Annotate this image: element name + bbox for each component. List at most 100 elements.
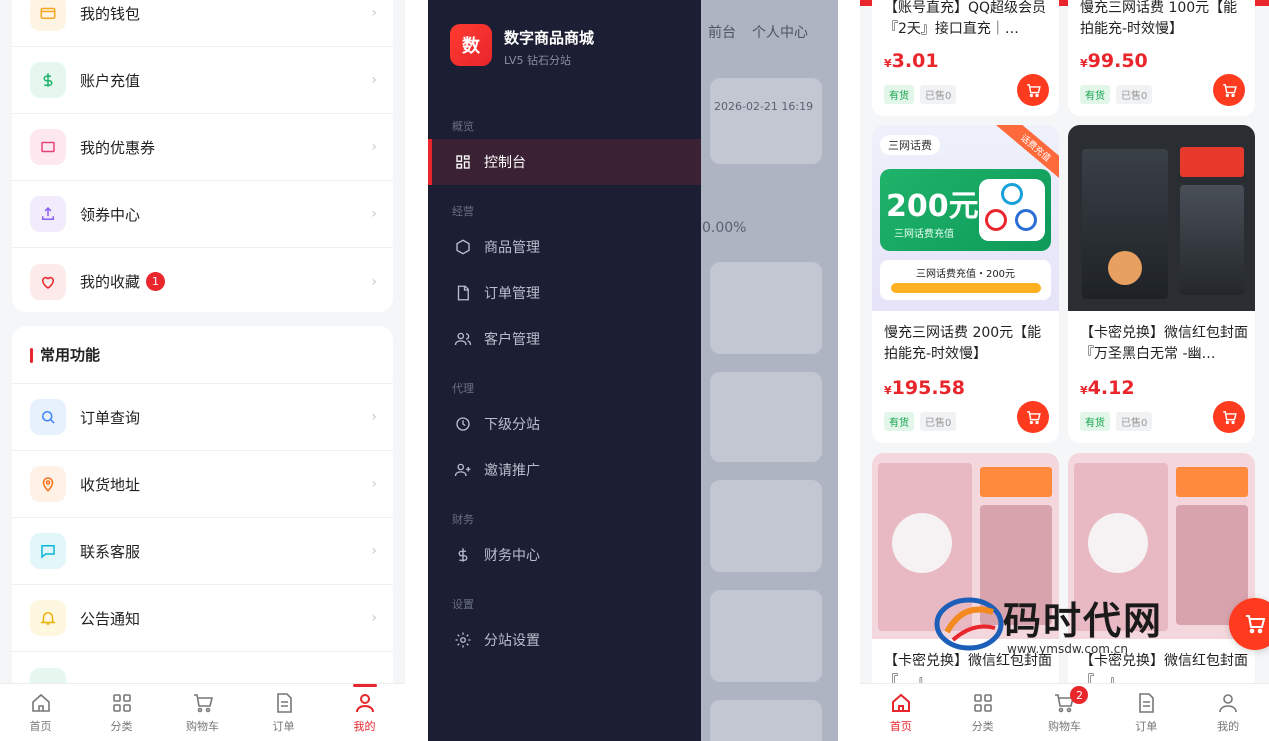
menu-item-label: 我的优惠券	[80, 138, 156, 157]
tab-home[interactable]: 首页	[860, 684, 942, 741]
stock-tag: 有货	[884, 85, 914, 104]
image-bottom-label: 三网话费充值・200元	[880, 260, 1051, 300]
group-label-finance: 财务	[452, 513, 474, 526]
tab-orders[interactable]: 订单	[243, 684, 324, 741]
product-price: ¥195.58	[884, 377, 965, 399]
cart-count-badge: 2	[1070, 686, 1089, 704]
user-plus-icon	[454, 463, 471, 477]
watermark: 码时代网 www.ymsdw.com.cn	[933, 590, 1183, 660]
chevron-right-icon: ›	[371, 409, 377, 425]
tab-label: 订单	[272, 720, 295, 733]
site-logo: 数	[450, 24, 492, 66]
menu-item-dashboard[interactable]: 控制台	[428, 139, 701, 185]
menu-item-coupons[interactable]: 我的优惠券 ›	[12, 114, 393, 181]
image-green-panel: 200元 三网话费充值	[880, 169, 1051, 251]
menu-item-label: 下级分站	[484, 417, 540, 433]
menu-item-products[interactable]: 商品管理	[428, 224, 701, 270]
menu-item-finance-center[interactable]: 财务中心	[428, 532, 701, 578]
carrier-logos-icon	[979, 179, 1045, 241]
tab-cart[interactable]: 购物车	[162, 684, 243, 741]
add-to-cart-button[interactable]	[1213, 401, 1245, 433]
chevron-right-icon: ›	[371, 206, 377, 222]
menu-item-label: 订单管理	[484, 286, 540, 302]
common-functions-card: 常用功能 订单查询 › 收货地址 › 联系客服 › 公告通知 ›	[12, 326, 393, 726]
profile-screen: 我的钱包 › 账户充值 › 我的优惠券 › 领券中心 › 我的收藏 1 › 常用…	[0, 0, 405, 741]
menu-item-sub-sites[interactable]: 下级分站	[428, 401, 701, 447]
product-card[interactable]: 【卡密兑换】微信红包封面『万圣黑白无常 -幽… ¥4.12 有货 已售0	[1068, 125, 1255, 443]
tab-cart[interactable]: 2 购物车	[1024, 684, 1106, 741]
nav-personal-center[interactable]: 个人中心	[752, 22, 808, 42]
menu-item-label: 我的收藏	[80, 273, 141, 291]
tab-label: 首页	[889, 720, 912, 733]
location-icon	[30, 466, 66, 502]
clock-icon	[456, 417, 470, 431]
menu-item-invite[interactable]: 邀请推广	[428, 447, 701, 493]
menu-item-favorites[interactable]: 我的收藏 1 ›	[12, 248, 393, 315]
product-price: ¥3.01	[884, 50, 939, 72]
tab-home[interactable]: 首页	[0, 684, 81, 741]
group-label-settings: 设置	[452, 598, 474, 611]
box-icon	[456, 239, 470, 255]
background-card	[710, 480, 822, 572]
menu-item-recharge[interactable]: 账户充值 ›	[12, 47, 393, 114]
home-icon	[31, 693, 50, 712]
product-card[interactable]: 三网话费 话费充值 200元 三网话费充值 三网话费充值・200元 慢充三网话费…	[872, 125, 1059, 443]
image-amount: 200元	[886, 189, 979, 224]
product-title: 【卡密兑换】微信红包封面『万圣黑白无常 -幽…	[1080, 325, 1248, 362]
document-icon	[276, 693, 292, 713]
product-card[interactable]: 【账号直充】QQ超级会员『2天』接口直充｜… ¥3.01 有货 已售0	[872, 0, 1059, 116]
tab-category[interactable]: 分类	[942, 684, 1024, 741]
product-tags: 有货 已售0	[884, 412, 957, 431]
add-to-cart-button[interactable]	[1017, 401, 1049, 433]
tab-mine[interactable]: 我的	[324, 684, 405, 741]
file-icon	[457, 285, 469, 301]
sold-tag: 已售0	[920, 85, 957, 104]
menu-item-orders[interactable]: 订单管理	[428, 270, 701, 316]
cart-icon	[1026, 83, 1041, 97]
chevron-right-icon: ›	[371, 543, 377, 559]
background-card	[710, 700, 822, 741]
add-to-cart-button[interactable]	[1213, 74, 1245, 106]
product-list-screen: 【账号直充】QQ超级会员『2天』接口直充｜… ¥3.01 有货 已售0 慢充三网…	[860, 0, 1269, 741]
menu-item-label: 商品管理	[484, 240, 540, 256]
menu-item-label: 账户充值	[80, 71, 141, 90]
sold-tag: 已售0	[1116, 412, 1153, 431]
menu-item-label: 收货地址	[80, 475, 141, 494]
tab-label: 首页	[29, 720, 52, 733]
stock-tag: 有货	[1080, 412, 1110, 431]
document-icon	[1139, 693, 1155, 713]
active-tab-indicator	[352, 684, 377, 687]
add-to-cart-button[interactable]	[1017, 74, 1049, 106]
menu-item-site-settings[interactable]: 分站设置	[428, 617, 701, 663]
menu-item-order-query[interactable]: 订单查询 ›	[12, 384, 393, 451]
section-title: 常用功能	[12, 326, 393, 384]
product-image: 三网话费 话费充值 200元 三网话费充值 三网话费充值・200元	[872, 125, 1059, 311]
sold-tag: 已售0	[920, 412, 957, 431]
nav-front[interactable]: 前台	[708, 22, 736, 42]
menu-item-label: 领券中心	[80, 205, 141, 224]
menu-item-customer-service[interactable]: 联系客服 ›	[12, 518, 393, 585]
watermark-name: 码时代网	[1003, 598, 1164, 643]
grid-icon	[112, 694, 131, 712]
image-amount-sub: 三网话费充值	[894, 229, 954, 240]
menu-item-customers[interactable]: 客户管理	[428, 316, 701, 362]
account-menu-card: 我的钱包 › 账户充值 › 我的优惠券 › 领券中心 › 我的收藏 1 ›	[12, 0, 393, 312]
tab-category[interactable]: 分类	[81, 684, 162, 741]
menu-item-coupon-center[interactable]: 领券中心 ›	[12, 181, 393, 248]
background-card	[710, 262, 822, 354]
menu-item-label: 分站设置	[484, 633, 540, 649]
product-tags: 有货 已售0	[1080, 412, 1153, 431]
cart-icon	[1222, 410, 1237, 424]
menu-item-address[interactable]: 收货地址 ›	[12, 451, 393, 518]
chevron-right-icon: ›	[371, 5, 377, 21]
product-price: ¥4.12	[1080, 377, 1135, 399]
tab-mine[interactable]: 我的	[1187, 684, 1269, 741]
tab-orders[interactable]: 订单	[1105, 684, 1187, 741]
product-image	[1068, 125, 1255, 311]
product-card[interactable]: 慢充三网话费 100元【能拍能充-时效慢】 ¥99.50 有货 已售0	[1068, 0, 1255, 116]
tab-label: 购物车	[186, 720, 219, 733]
menu-item-wallet[interactable]: 我的钱包 ›	[12, 0, 393, 47]
gear-icon	[455, 632, 471, 648]
product-title: 【账号直充】QQ超级会员『2天』接口直充｜…	[884, 0, 1047, 37]
menu-item-announcements[interactable]: 公告通知 ›	[12, 585, 393, 652]
